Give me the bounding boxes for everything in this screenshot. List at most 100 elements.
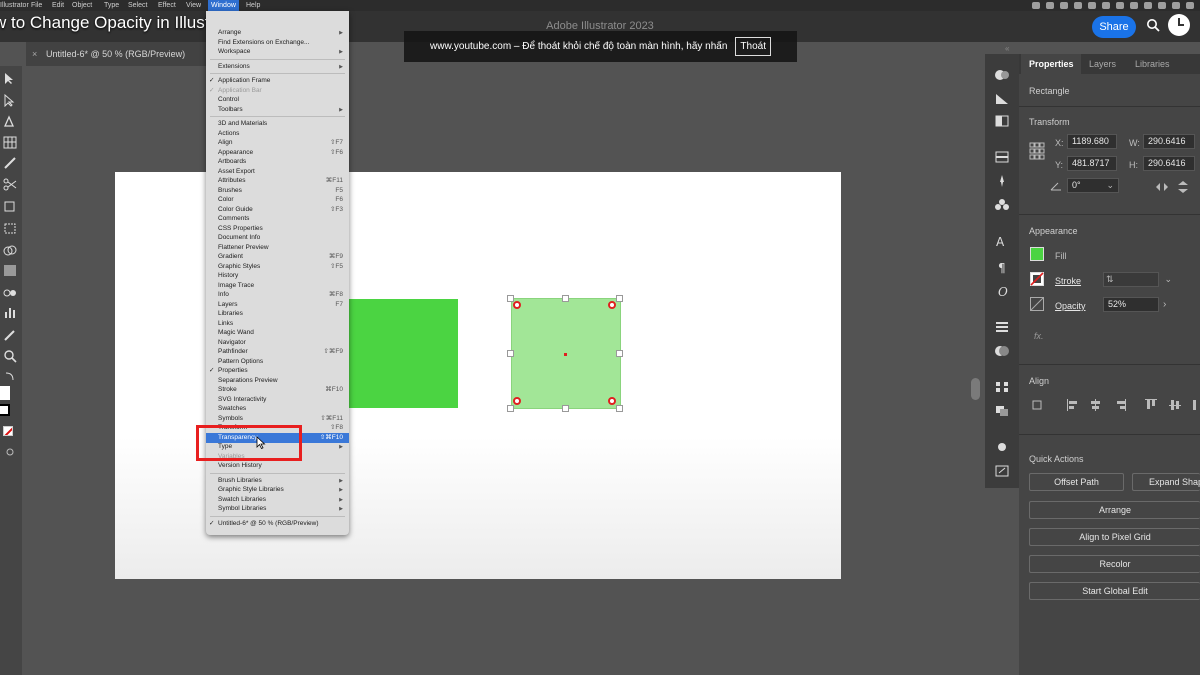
start-global-edit-button[interactable]: Start Global Edit	[1029, 582, 1200, 600]
blend-icon[interactable]	[3, 286, 17, 299]
image-trace-panel-icon[interactable]	[994, 440, 1010, 454]
rotate-icon[interactable]	[3, 200, 17, 213]
menubar-object[interactable]: Object	[72, 0, 92, 11]
scissors-icon[interactable]	[3, 178, 17, 191]
menu-item-document-info[interactable]: Document Info	[206, 233, 349, 243]
menu-item-css-properties[interactable]: CSS Properties	[206, 224, 349, 234]
menu-item-pathfinder[interactable]: Pathfinder ⇧⌘F9	[206, 347, 349, 357]
gradient-icon[interactable]	[3, 264, 17, 277]
menu-item-actions[interactable]: Actions	[206, 129, 349, 139]
tab-layers[interactable]: Layers	[1089, 54, 1116, 74]
character-panel-icon[interactable]: A	[994, 234, 1010, 248]
selection-handle[interactable]	[562, 405, 569, 412]
height-field[interactable]: 290.6416	[1143, 156, 1195, 171]
transparency-panel-icon[interactable]	[994, 114, 1010, 128]
menu-item-image-trace[interactable]: Image Trace	[206, 281, 349, 291]
menu-item-symbols[interactable]: Symbols ⇧⌘F11	[206, 414, 349, 424]
rotation-field[interactable]: 0° ⌄	[1067, 178, 1119, 193]
menu-item-symbol-libraries[interactable]: Symbol Libraries ▶	[206, 504, 349, 514]
eyedropper-icon[interactable]	[3, 328, 17, 341]
menu-item-brush-libraries[interactable]: Brush Libraries ▶	[206, 476, 349, 486]
pathfinder-panel-icon[interactable]	[994, 404, 1010, 418]
search-icon[interactable]	[1146, 18, 1160, 32]
menubar-help[interactable]: Help	[246, 0, 260, 11]
menu-item-graphic-style-libraries[interactable]: Graphic Style Libraries ▶	[206, 485, 349, 495]
menu-item-3d-and-materials[interactable]: 3D and Materials	[206, 119, 349, 129]
scrollbar[interactable]	[971, 378, 980, 400]
menu-item-brushes[interactable]: Brushes F5	[206, 186, 349, 196]
align-panel-icon[interactable]	[994, 380, 1010, 394]
selection-handle[interactable]	[507, 350, 514, 357]
menu-item-swatch-libraries[interactable]: Swatch Libraries ▶	[206, 495, 349, 505]
draw-mode-icon[interactable]	[3, 446, 17, 459]
corner-widget[interactable]	[608, 301, 616, 309]
corner-widget[interactable]	[608, 397, 616, 405]
brushes-panel-icon[interactable]	[994, 174, 1010, 188]
menu-item-info[interactable]: Info ⌘F8	[206, 290, 349, 300]
menu-item-pattern-options[interactable]: Pattern Options	[206, 357, 349, 367]
tab-properties[interactable]: Properties	[1021, 54, 1081, 74]
shape-builder-icon[interactable]	[3, 244, 17, 257]
opacity-field[interactable]: 52%	[1103, 297, 1159, 312]
pen-icon[interactable]	[3, 114, 17, 127]
tray-icon[interactable]	[1046, 2, 1054, 9]
menu-item-color[interactable]: Color F6	[206, 195, 349, 205]
green-rectangle[interactable]	[345, 299, 458, 408]
menu-item-layers[interactable]: Layers F7	[206, 300, 349, 310]
export-panel-icon[interactable]	[994, 464, 1010, 478]
menu-item-graphic-styles[interactable]: Graphic Styles ⇧F5	[206, 262, 349, 272]
tray-icon[interactable]	[1116, 2, 1124, 9]
menubar-select[interactable]: Select	[128, 0, 147, 11]
stepper-icon[interactable]: ⇅	[1106, 273, 1114, 286]
tray-icon[interactable]	[1102, 2, 1110, 9]
tray-icon[interactable]	[1074, 2, 1082, 9]
width-field[interactable]: 290.6416	[1143, 134, 1195, 149]
brush-icon[interactable]	[3, 156, 17, 169]
menu-item-workspace[interactable]: Workspace ▶	[206, 47, 349, 57]
selection-handle[interactable]	[616, 295, 623, 302]
fill-color-swatch[interactable]	[1030, 247, 1044, 261]
selection-handle[interactable]	[562, 295, 569, 302]
menu-item-extensions[interactable]: Extensions ▶	[206, 62, 349, 72]
menu-item-gradient[interactable]: Gradient ⌘F9	[206, 252, 349, 262]
align-buttons[interactable]	[1031, 398, 1199, 412]
tray-icon[interactable]	[1088, 2, 1096, 9]
menu-item-find-extensions-on-exchange[interactable]: Find Extensions on Exchange...	[206, 38, 349, 48]
selection-handle[interactable]	[507, 295, 514, 302]
menu-item-swatches[interactable]: Swatches	[206, 404, 349, 414]
menu-item-flattener-preview[interactable]: Flattener Preview	[206, 243, 349, 253]
menu-item-align[interactable]: Align ⇧F7	[206, 138, 349, 148]
menu-item-asset-export[interactable]: Asset Export	[206, 167, 349, 177]
expand-shape-button[interactable]: Expand Shape	[1132, 473, 1200, 491]
tab-libraries[interactable]: Libraries	[1135, 54, 1170, 74]
menu-item-control[interactable]: Control	[206, 95, 349, 105]
menu-item-history[interactable]: History	[206, 271, 349, 281]
chevron-right-icon[interactable]: ›	[1163, 299, 1166, 310]
stroke-swatch-icon[interactable]	[0, 404, 10, 416]
opacity-label[interactable]: Opacity	[1055, 301, 1086, 311]
opentype-panel-icon[interactable]: O	[994, 284, 1010, 298]
recolor-button[interactable]: Recolor	[1029, 555, 1200, 573]
offset-path-button[interactable]: Offset Path	[1029, 473, 1124, 491]
menu-item-comments[interactable]: Comments	[206, 214, 349, 224]
stroke-none-icon[interactable]	[1030, 272, 1044, 286]
menu-item-application-frame[interactable]: ✓ Application Frame	[206, 76, 349, 86]
menubar-app[interactable]: Illustrator	[0, 0, 29, 11]
corner-widget[interactable]	[513, 301, 521, 309]
menu-item-arrange[interactable]: Arrange ▶	[206, 28, 349, 38]
menu-item-untitled-6-50-rgb-preview[interactable]: ✓ Untitled-6* @ 50 % (RGB/Preview)	[206, 519, 349, 529]
fill-swatch-icon[interactable]	[0, 386, 10, 400]
appearance-panel-icon[interactable]	[994, 68, 1010, 82]
align-to-pixel-grid-button[interactable]: Align to Pixel Grid	[1029, 528, 1200, 546]
stroke-weight-field[interactable]: ⇅ ⌄	[1103, 272, 1172, 287]
menu-item-color-guide[interactable]: Color Guide ⇧F3	[206, 205, 349, 215]
menu-item-separations-preview[interactable]: Separations Preview	[206, 376, 349, 386]
tray-icon[interactable]	[1172, 2, 1180, 9]
reference-point-icon[interactable]	[1029, 142, 1045, 160]
menu-item-magic-wand[interactable]: Magic Wand	[206, 328, 349, 338]
tray-icon[interactable]	[1130, 2, 1138, 9]
swap-colors-icon[interactable]	[3, 370, 17, 383]
paragraph-panel-icon[interactable]: ¶	[994, 260, 1010, 274]
zoom-icon[interactable]	[3, 350, 17, 363]
menu-item-attributes[interactable]: Attributes ⌘F11	[206, 176, 349, 186]
